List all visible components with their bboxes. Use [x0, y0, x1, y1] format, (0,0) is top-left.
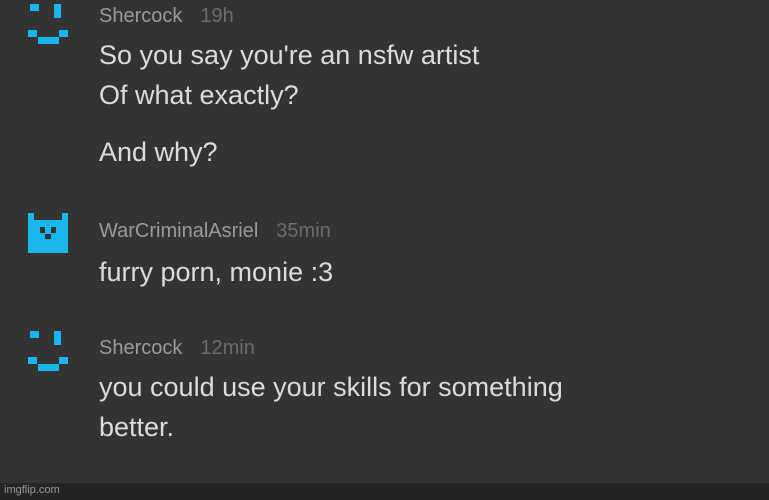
user-avatar[interactable] — [28, 213, 68, 253]
timestamp: 19h — [200, 5, 234, 27]
timestamp: 12min — [200, 337, 255, 359]
pixel-smiley-icon — [28, 331, 68, 371]
watermark-text: imgflip.com — [4, 484, 60, 496]
pixel-cat-face-icon — [28, 213, 68, 253]
comment-text: you could use your skills for something — [99, 372, 563, 402]
comment-text: furry porn, monie :3 — [99, 257, 334, 287]
comment-text: And why? — [99, 137, 218, 167]
comment-text: So you say you're an nsfw artist — [99, 40, 480, 70]
user-avatar[interactable] — [28, 331, 68, 371]
username[interactable]: Shercock — [99, 337, 182, 359]
username[interactable]: Shercock — [99, 5, 182, 27]
timestamp: 35min — [276, 220, 331, 242]
comment-text: Of what exactly? — [99, 80, 299, 110]
comment-text: better. — [99, 412, 175, 442]
pixel-smiley-icon — [28, 4, 68, 44]
username[interactable]: WarCriminalAsriel — [99, 220, 258, 242]
user-avatar[interactable] — [28, 4, 68, 44]
watermark-bar: imgflip.com — [0, 483, 769, 500]
